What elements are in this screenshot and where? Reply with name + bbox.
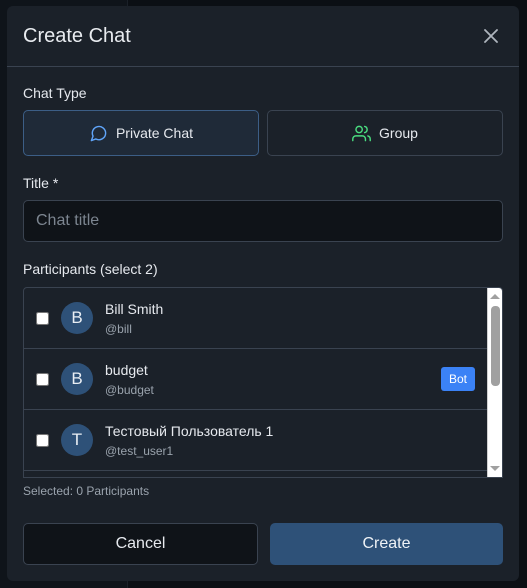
group-label: Group: [379, 125, 418, 141]
participant-name: Тестовый Пользователь 1: [105, 422, 274, 439]
participants-label: Participants (select 2): [23, 261, 158, 277]
message-circle-icon: [90, 125, 107, 141]
avatar: B: [61, 302, 93, 334]
close-icon: [484, 29, 498, 43]
scroll-up-arrow-icon[interactable]: [490, 294, 500, 299]
modal-body: Chat Type Private Chat Group Title * Par: [7, 85, 519, 565]
modal-header: Create Chat: [7, 6, 519, 67]
scroll-thumb[interactable]: [491, 306, 500, 386]
create-button[interactable]: Create: [270, 523, 503, 565]
participant-handle: @test_user1: [105, 443, 174, 458]
avatar: B: [61, 363, 93, 395]
chat-title-input[interactable]: [23, 200, 503, 242]
chat-type-label: Chat Type: [23, 85, 87, 101]
selected-count: Selected: 0 Participants: [23, 484, 150, 498]
cancel-button[interactable]: Cancel: [23, 523, 258, 565]
participant-name: Bill Smith: [105, 300, 164, 317]
modal-footer: Cancel Create: [23, 523, 503, 565]
participant-name: budget: [105, 361, 148, 378]
private-chat-label: Private Chat: [115, 125, 194, 141]
close-button[interactable]: [479, 24, 503, 48]
participant-checkbox[interactable]: [36, 311, 49, 325]
participant-row[interactable]: B budget @budget Bot: [24, 349, 487, 410]
bot-badge: Bot: [440, 367, 475, 391]
participant-row[interactable]: B Bill Smith @bill: [24, 288, 487, 349]
create-chat-modal: Create Chat Chat Type Private Chat Group…: [7, 6, 519, 581]
participant-row[interactable]: T Тестовый Пользователь 1 @test_user1: [24, 410, 487, 471]
chat-type-selector: Private Chat Group: [23, 110, 503, 156]
users-icon: [352, 125, 371, 141]
participant-checkbox[interactable]: [36, 433, 49, 447]
title-label: Title *: [23, 175, 59, 191]
private-chat-option[interactable]: Private Chat: [23, 110, 259, 156]
participants-scrollbar[interactable]: [487, 288, 502, 477]
participant-checkbox[interactable]: [36, 372, 49, 386]
participant-handle: @budget: [105, 382, 154, 397]
group-option[interactable]: Group: [267, 110, 503, 156]
participant-handle: @bill: [105, 321, 132, 336]
participants-list: B Bill Smith @bill B budget @budget Bot: [23, 287, 503, 478]
modal-title: Create Chat: [23, 24, 131, 47]
scroll-down-arrow-icon[interactable]: [490, 466, 500, 471]
avatar: T: [61, 424, 93, 456]
